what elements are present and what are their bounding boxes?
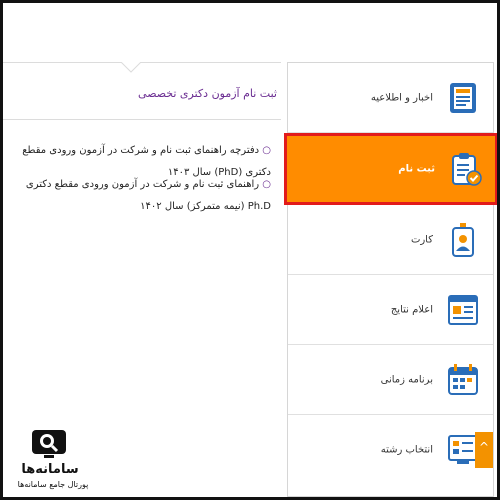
sidebar-item-label: اخبار و اطلاعیه bbox=[370, 92, 433, 103]
id-card-icon bbox=[452, 222, 474, 257]
link-text: راهنمای ثبت نام و شرکت در آزمون ورودی مق… bbox=[25, 179, 271, 212]
sidebar-item-schedule[interactable]: برنامه زمانی bbox=[288, 345, 493, 415]
sidebar-item-label: انتخاب رشته bbox=[380, 444, 433, 456]
sidebar: اخبار و اطلاعیه ثبت نام کارت اعلام نتایج… bbox=[284, 62, 498, 497]
guide-link-1402[interactable]: ○ راهنمای ثبت نام و شرکت در آزمون ورودی … bbox=[9, 174, 271, 218]
calendar-icon bbox=[448, 363, 478, 395]
bullet-icon: ○ bbox=[262, 179, 271, 190]
sidebar-item-registration[interactable]: ثبت نام bbox=[284, 133, 498, 205]
site-logo[interactable]: سامانه‌ها پورتال جامع سامانه‌ها bbox=[10, 428, 98, 494]
header-notch bbox=[121, 62, 141, 73]
clipboard-check-icon bbox=[452, 153, 482, 186]
logo-tagline: پورتال جامع سامانه‌ها bbox=[17, 480, 89, 489]
sidebar-item-card[interactable]: کارت bbox=[288, 205, 493, 275]
sidebar-item-news[interactable]: اخبار و اطلاعیه bbox=[288, 63, 493, 133]
chevron-up-icon: ^ bbox=[478, 440, 490, 454]
sidebar-item-results[interactable]: اعلام نتایج bbox=[288, 275, 493, 345]
sidebar-item-label: ثبت نام bbox=[398, 163, 435, 175]
results-icon bbox=[448, 294, 478, 325]
news-icon bbox=[450, 82, 476, 113]
sidebar-item-field-selection[interactable]: انتخاب رشته bbox=[288, 415, 493, 485]
sidebar-item-label: کارت bbox=[410, 234, 433, 245]
logo-brand: سامانه‌ها bbox=[21, 462, 79, 477]
sidebar-item-label: برنامه زمانی bbox=[380, 374, 433, 385]
content-title: ثبت نام آزمون دکتری تخصصی bbox=[138, 87, 277, 100]
sidebar-item-label: اعلام نتایج bbox=[390, 304, 433, 315]
scroll-top-button[interactable]: ^ bbox=[475, 432, 493, 468]
logo-icon bbox=[32, 430, 66, 458]
bullet-icon: ○ bbox=[262, 145, 271, 156]
content-header: ثبت نام آزمون دکتری تخصصی bbox=[3, 62, 281, 120]
